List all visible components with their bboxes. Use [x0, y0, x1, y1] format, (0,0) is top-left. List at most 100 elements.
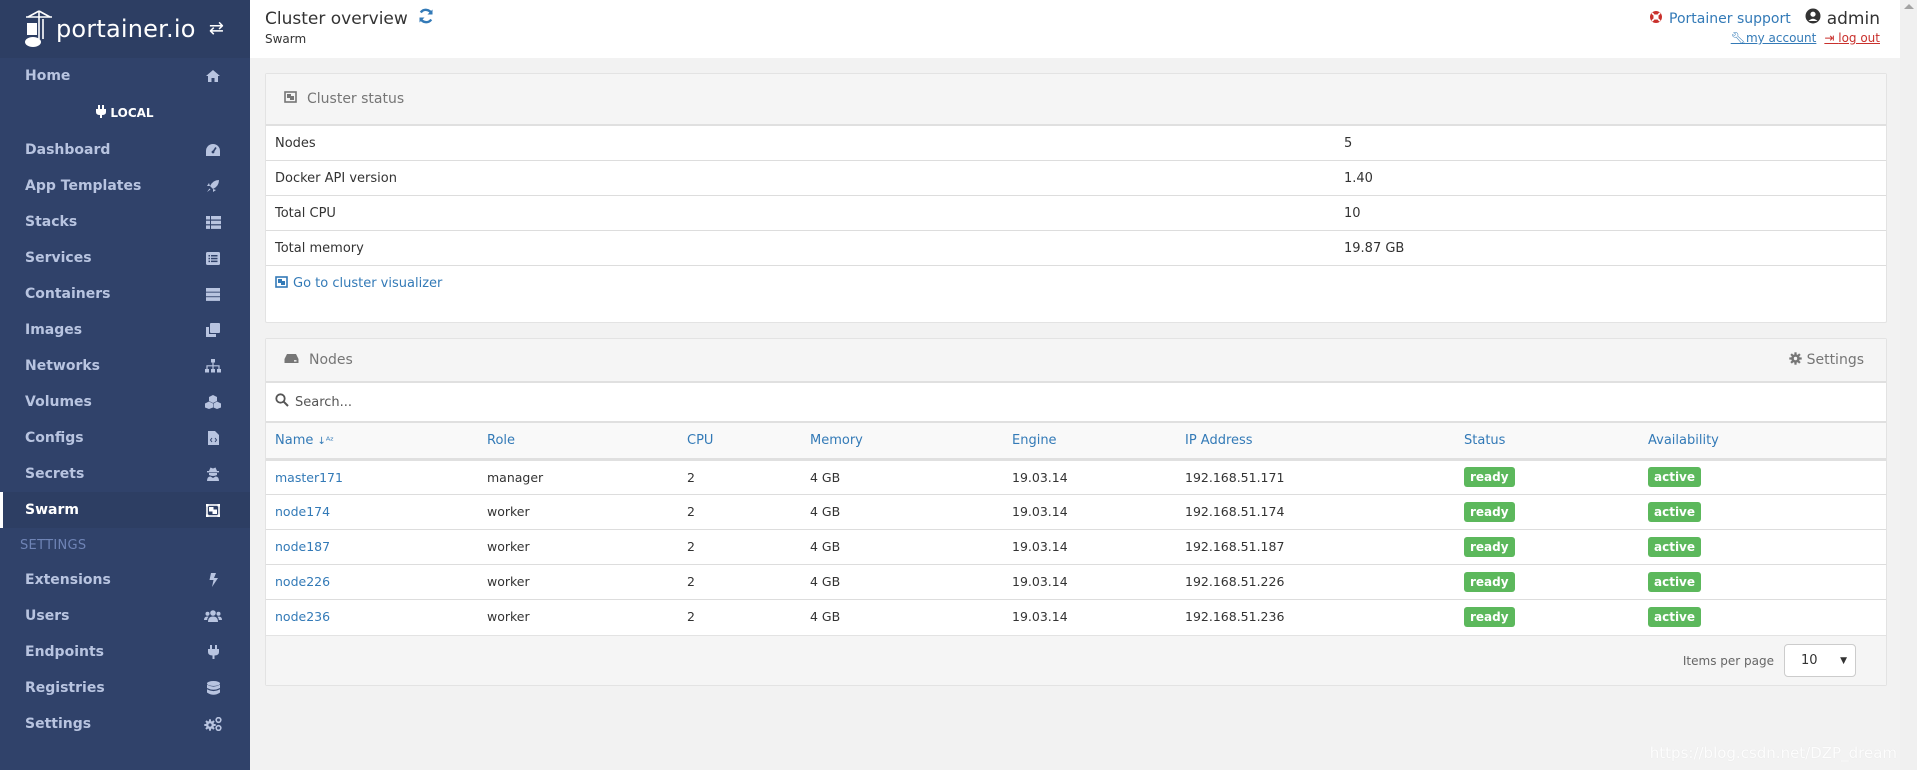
sidebar-item-registries[interactable]: Registries — [0, 670, 250, 706]
cluster-status-row: Total memory 19.87 GB — [266, 231, 1886, 266]
my-account-link[interactable]: 🔧︎my account — [1731, 31, 1817, 45]
my-account-label: my account — [1745, 31, 1817, 45]
support-label: Portainer support — [1669, 10, 1791, 27]
cluster-status-row: Total CPU 10 — [266, 196, 1886, 231]
cell-role: worker — [487, 504, 530, 519]
node-link[interactable]: node236 — [275, 609, 330, 624]
cell-status: ready — [1455, 459, 1639, 494]
file-code-icon — [204, 429, 222, 447]
status-value: 1.40 — [1344, 170, 1373, 186]
portainer-support-link[interactable]: Portainer support — [1649, 10, 1791, 28]
cell-availability: active — [1639, 459, 1886, 494]
current-user: admin — [1805, 8, 1880, 29]
items-per-page-select[interactable]: 10 ▼ — [1784, 644, 1856, 677]
column-header-ip-address[interactable]: IP Address — [1176, 423, 1455, 459]
table-row: node236 worker 2 4 GB 19.03.14 192.168.51.236… — [266, 599, 1886, 634]
sidebar-item-containers[interactable]: Containers — [0, 276, 250, 312]
database-icon — [204, 679, 222, 697]
vertical-scrollbar[interactable] — [1900, 0, 1917, 770]
sidebar-item-swarm[interactable]: Swarm — [0, 492, 250, 528]
sidebar-item-settings[interactable]: Settings — [0, 706, 250, 742]
column-header-status[interactable]: Status — [1455, 423, 1639, 459]
sitemap-icon — [204, 357, 222, 375]
cell-name: master171 — [266, 459, 478, 494]
status-key: Docker API version — [275, 170, 397, 186]
portainer-logo[interactable]: portainer.io — [24, 9, 196, 49]
status-key: Nodes — [275, 135, 316, 151]
sidebar-item-label: Registries — [25, 680, 105, 696]
sidebar-item-label: Stacks — [25, 214, 78, 230]
column-header-cpu[interactable]: CPU — [678, 423, 801, 459]
cluster-status-panel: Cluster status Nodes 5 Docker API version 1… — [265, 73, 1887, 323]
sidebar-item-label: Endpoints — [25, 644, 104, 660]
cell-role: manager — [487, 469, 544, 485]
cell-role: worker — [487, 609, 530, 625]
sidebar-item-secrets[interactable]: Secrets — [0, 456, 250, 492]
cluster-status-row: Nodes 5 — [266, 126, 1886, 161]
sidebar-item-label: Extensions — [25, 572, 111, 588]
status-value: 19.87 GB — [1344, 240, 1405, 256]
search-input[interactable] — [295, 394, 895, 410]
sidebar-item-endpoints[interactable]: Endpoints — [0, 634, 250, 670]
hdd-icon — [284, 352, 299, 368]
sidebar-item-extensions[interactable]: Extensions — [0, 562, 250, 598]
cell-memory: 4 GB — [810, 609, 841, 625]
sidebar-item-home[interactable]: Home — [0, 58, 250, 94]
column-header-role[interactable]: Role — [478, 423, 678, 459]
bolt-icon — [204, 571, 222, 589]
status-badge: ready — [1464, 501, 1515, 522]
brand-name: portainer.io — [56, 15, 196, 43]
log-out-link[interactable]: ⇥ log out — [1824, 31, 1880, 45]
column-header-memory[interactable]: Memory — [801, 423, 1003, 459]
sidebar-item-label: Images — [25, 322, 83, 338]
th-list-icon — [204, 213, 222, 231]
home-icon — [204, 67, 222, 85]
sidebar-item-services[interactable]: Services — [0, 240, 250, 276]
breadcrumb: Swarm — [265, 32, 307, 46]
exchange-icon[interactable]: ⇄ — [209, 18, 224, 39]
node-link[interactable]: master171 — [275, 470, 343, 485]
plug-icon — [96, 105, 107, 121]
sidebar-item-networks[interactable]: Networks — [0, 348, 250, 384]
cell-name: node226 — [266, 564, 478, 599]
cluster-visualizer-link[interactable]: Go to cluster visualizer — [266, 266, 1886, 301]
scroll-up-arrow-icon[interactable] — [1904, 4, 1914, 9]
availability-badge: active — [1648, 467, 1702, 487]
sidebar-item-dashboard[interactable]: Dashboard — [0, 132, 250, 168]
sidebar-item-configs[interactable]: Configs — [0, 420, 250, 456]
column-header-availability[interactable]: Availability — [1639, 423, 1886, 459]
node-link[interactable]: node226 — [275, 574, 330, 589]
cog-icon — [1788, 351, 1802, 369]
node-link[interactable]: node174 — [275, 504, 330, 519]
cell-engine: 19.03.14 — [1012, 539, 1068, 554]
sidebar-item-label: Configs — [25, 430, 84, 446]
clone-icon — [204, 321, 222, 339]
column-header-name[interactable]: Name ↓ᴬᶻ — [266, 423, 478, 459]
cell-ip-address: 192.168.51.171 — [1185, 469, 1285, 485]
column-header-engine[interactable]: Engine — [1003, 423, 1176, 459]
column-label: Name — [275, 432, 314, 448]
cell-availability: active — [1639, 599, 1886, 634]
cell-engine: 19.03.14 — [1012, 609, 1068, 625]
availability-badge: active — [1648, 571, 1702, 592]
cell-engine: 19.03.14 — [1012, 504, 1068, 519]
watermark: https://blog.csdn.net/DZP_dream — [1649, 744, 1897, 762]
sidebar-item-label: Containers — [25, 286, 111, 302]
page-title-text: Cluster overview — [265, 8, 408, 29]
refresh-icon[interactable] — [418, 8, 434, 29]
sidebar-item-users[interactable]: Users — [0, 598, 250, 634]
sidebar-item-volumes[interactable]: Volumes — [0, 384, 250, 420]
sidebar-item-label: Settings — [25, 716, 92, 732]
search-bar — [266, 383, 1886, 423]
availability-badge: active — [1648, 536, 1702, 557]
node-link[interactable]: node187 — [275, 539, 330, 554]
table-settings-button[interactable]: Settings — [1788, 351, 1864, 369]
object-group-icon — [204, 501, 222, 519]
status-badge: ready — [1464, 571, 1515, 592]
sidebar-item-images[interactable]: Images — [0, 312, 250, 348]
table-row: node187 worker 2 4 GB 19.03.14 192.168.51.187… — [266, 529, 1886, 564]
cell-ip-address: 192.168.51.226 — [1185, 574, 1285, 589]
sidebar-item-stacks[interactable]: Stacks — [0, 204, 250, 240]
sidebar-item-label: Volumes — [25, 394, 92, 410]
sidebar-item-app-templates[interactable]: App Templates — [0, 168, 250, 204]
